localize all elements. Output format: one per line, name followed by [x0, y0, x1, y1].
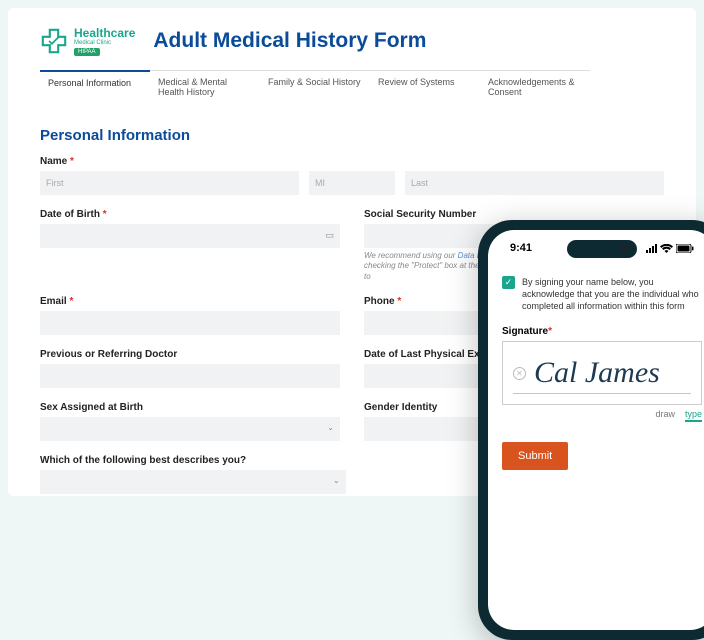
last-name-input[interactable] [405, 171, 664, 195]
signature-label: Signature* [502, 326, 702, 337]
tab-acknowledgements[interactable]: Acknowledgements & Consent [480, 70, 590, 105]
page-title: Adult Medical History Form [153, 29, 426, 53]
submit-button[interactable]: Submit [502, 442, 568, 470]
dob-label: Date of Birth * [40, 209, 340, 220]
tab-bar: Personal Information Medical & Mental He… [40, 70, 664, 105]
describes-select[interactable] [40, 470, 346, 494]
email-label: Email * [40, 296, 340, 307]
tab-medical-history[interactable]: Medical & Mental Health History [150, 70, 260, 105]
medical-cross-icon [40, 27, 68, 55]
mi-input[interactable] [309, 171, 395, 195]
signal-icon [646, 244, 657, 253]
tab-review-systems[interactable]: Review of Systems [370, 70, 480, 105]
brand-pill: HIPAA [74, 48, 100, 56]
status-icons [646, 244, 694, 253]
ack-checkbox[interactable]: ✓ [502, 276, 515, 289]
signature-box[interactable]: ✕ Cal James [502, 341, 702, 405]
name-label: Name * [40, 156, 664, 167]
ack-text: By signing your name below, you acknowle… [522, 276, 702, 312]
dob-input[interactable] [40, 224, 340, 248]
sex-select[interactable] [40, 417, 340, 441]
tab-family-social[interactable]: Family & Social History [260, 70, 370, 105]
prev-doctor-label: Previous or Referring Doctor [40, 349, 340, 360]
phone-notch [567, 240, 637, 258]
prev-doctor-input[interactable] [40, 364, 340, 388]
phone-mockup: 9:41 ✓ By signing your name below, you a… [478, 220, 704, 640]
battery-icon [676, 244, 694, 253]
first-name-input[interactable] [40, 171, 299, 195]
brand-subtitle: Medical Clinic [74, 40, 135, 46]
sig-mode-type[interactable]: type [685, 409, 702, 422]
ssn-label: Social Security Number [364, 209, 664, 220]
sig-mode-draw[interactable]: draw [655, 409, 675, 422]
brand-name: Healthcare [74, 26, 135, 40]
wifi-icon [660, 244, 673, 253]
clear-signature-icon[interactable]: ✕ [513, 367, 526, 380]
email-input[interactable] [40, 311, 340, 335]
section-title: Personal Information [40, 127, 664, 144]
signature-value: Cal James [534, 356, 660, 390]
tab-personal-info[interactable]: Personal Information [40, 70, 150, 105]
calendar-icon: ▭ [325, 230, 334, 241]
logo: Healthcare Medical Clinic HIPAA [40, 26, 135, 56]
sex-label: Sex Assigned at Birth [40, 402, 340, 413]
phone-time: 9:41 [510, 242, 532, 254]
